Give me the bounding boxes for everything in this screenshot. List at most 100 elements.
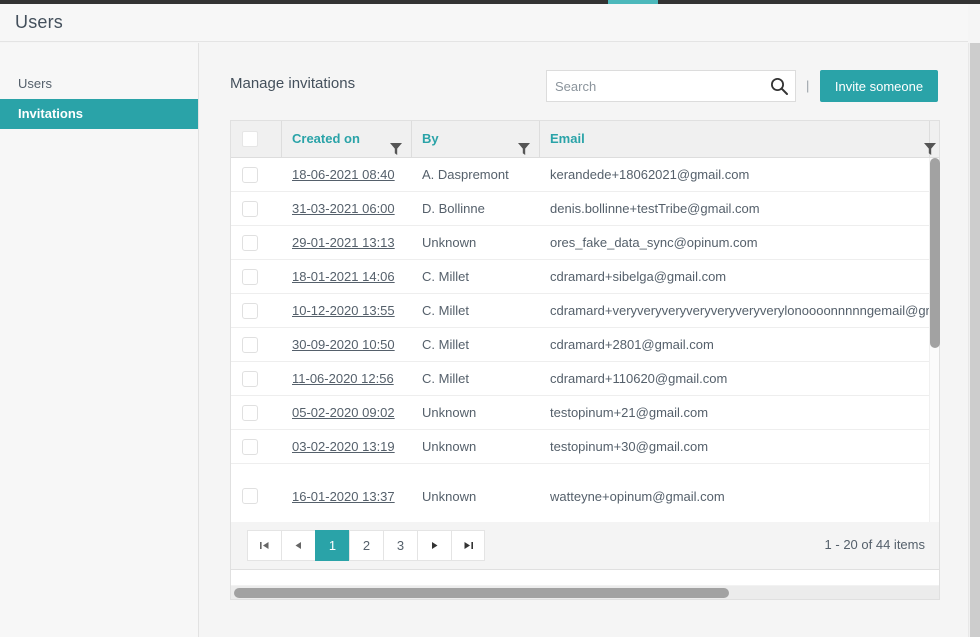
email-text: testopinum+21@gmail.com: [550, 405, 708, 420]
row-checkbox[interactable]: [242, 303, 258, 319]
invitation-date-link[interactable]: 18-06-2021 08:40: [292, 167, 395, 182]
pager-page-3[interactable]: 3: [383, 530, 417, 561]
pager-next-button[interactable]: [417, 530, 451, 561]
cell-created-on: 18-06-2021 08:40: [282, 158, 412, 191]
invitation-date-link[interactable]: 03-02-2020 13:19: [292, 439, 395, 454]
grid-header-by[interactable]: By: [412, 121, 540, 157]
cell-email: denis.bollinne+testTribe@gmail.com: [540, 192, 939, 225]
sidebar-item-users[interactable]: Users: [0, 69, 198, 99]
email-text: testopinum+30@gmail.com: [550, 439, 708, 454]
content-toolbar: Manage invitations | Invite someone: [230, 65, 940, 107]
sidebar-item-invitations[interactable]: Invitations: [0, 99, 198, 129]
email-text: cdramard+2801@gmail.com: [550, 337, 714, 352]
invitation-date-link[interactable]: 31-03-2021 06:00: [292, 201, 395, 216]
row-select-cell: [231, 294, 282, 327]
search-box[interactable]: [546, 70, 796, 102]
table-row[interactable]: 18-01-2021 14:06C. Milletcdramard+sibelg…: [231, 260, 939, 294]
row-checkbox[interactable]: [242, 167, 258, 183]
cell-created-on: 10-12-2020 13:55: [282, 294, 412, 327]
cell-created-on: 30-09-2020 10:50: [282, 328, 412, 361]
filter-icon-by[interactable]: [518, 133, 530, 158]
page-vertical-scrollbar[interactable]: [968, 43, 980, 637]
cell-email: cdramard+veryveryveryveryveryveryverylon…: [540, 294, 939, 327]
email-text: cdramard+veryveryveryveryveryveryverylon…: [550, 303, 939, 318]
column-label: Created on: [292, 121, 360, 157]
row-checkbox[interactable]: [242, 337, 258, 353]
grid-horizontal-scroll-thumb[interactable]: [234, 588, 729, 598]
table-row[interactable]: 11-06-2020 12:56C. Milletcdramard+110620…: [231, 362, 939, 396]
search-icon[interactable]: [769, 76, 789, 96]
table-row[interactable]: 03-02-2020 13:19Unknowntestopinum+30@gma…: [231, 430, 939, 464]
cell-email: cdramard+sibelga@gmail.com: [540, 260, 939, 293]
row-checkbox[interactable]: [242, 201, 258, 217]
cell-email: watteyne+opinum@gmail.com: [540, 464, 939, 528]
row-select-cell: [231, 328, 282, 361]
row-checkbox[interactable]: [242, 405, 258, 421]
row-checkbox[interactable]: [242, 488, 258, 504]
row-checkbox[interactable]: [242, 439, 258, 455]
invitation-date-link[interactable]: 29-01-2021 13:13: [292, 235, 395, 250]
pager-prev-button[interactable]: [281, 530, 315, 561]
table-row[interactable]: 30-09-2020 10:50C. Milletcdramard+2801@g…: [231, 328, 939, 362]
cell-by: Unknown: [412, 396, 540, 429]
row-checkbox[interactable]: [242, 235, 258, 251]
cell-email: cdramard+110620@gmail.com: [540, 362, 939, 395]
search-input[interactable]: [547, 71, 765, 101]
row-select-cell: [231, 226, 282, 259]
table-row[interactable]: 29-01-2021 13:13Unknownores_fake_data_sy…: [231, 226, 939, 260]
sidebar: Users Invitations: [0, 43, 199, 637]
grid-vertical-scrollbar[interactable]: [929, 158, 939, 562]
cell-created-on: 16-01-2020 13:37: [282, 464, 412, 528]
cell-created-on: 03-02-2020 13:19: [282, 430, 412, 463]
invitation-date-link[interactable]: 16-01-2020 13:37: [292, 489, 395, 504]
invitation-date-link[interactable]: 30-09-2020 10:50: [292, 337, 395, 352]
invitation-date-link[interactable]: 05-02-2020 09:02: [292, 405, 395, 420]
invitation-date-link[interactable]: 18-01-2021 14:06: [292, 269, 395, 284]
row-select-cell: [231, 396, 282, 429]
top-progress-bar: [0, 0, 980, 4]
grid-horizontal-scrollbar[interactable]: [231, 585, 939, 599]
row-checkbox[interactable]: [242, 269, 258, 285]
invitation-date-link[interactable]: 10-12-2020 13:55: [292, 303, 395, 318]
cell-created-on: 29-01-2021 13:13: [282, 226, 412, 259]
pager-first-button[interactable]: [247, 530, 281, 561]
cell-by: Unknown: [412, 464, 540, 528]
main-content: Manage invitations | Invite someone Crea…: [200, 43, 968, 637]
filter-icon-email[interactable]: [924, 133, 936, 158]
cell-created-on: 31-03-2021 06:00: [282, 192, 412, 225]
cell-by: Unknown: [412, 226, 540, 259]
row-select-cell: [231, 192, 282, 225]
pager-last-button[interactable]: [451, 530, 485, 561]
email-text: cdramard+110620@gmail.com: [550, 371, 727, 386]
row-checkbox[interactable]: [242, 371, 258, 387]
invite-someone-button[interactable]: Invite someone: [820, 70, 938, 102]
cell-created-on: 11-06-2020 12:56: [282, 362, 412, 395]
sidebar-item-label: Invitations: [18, 106, 83, 121]
sidebar-item-label: Users: [18, 76, 52, 91]
grid-header-email-filter-clipped[interactable]: [930, 121, 939, 157]
table-row[interactable]: 05-02-2020 09:02 Unknown testopinum+21@gma…: [231, 396, 939, 430]
invitation-date-link[interactable]: 11-06-2020 12:56: [292, 371, 394, 386]
grid-vertical-scroll-thumb[interactable]: [930, 158, 940, 348]
email-text: cdramard+sibelga@gmail.com: [550, 269, 726, 284]
cell-created-on: 05-02-2020 09:02: [282, 396, 412, 429]
toolbar-separator: |: [806, 78, 809, 93]
grid-body: 18-06-2021 08:40A. Daspremontkerandede+1…: [231, 158, 939, 562]
table-row[interactable]: 18-06-2021 08:40A. Daspremontkerandede+1…: [231, 158, 939, 192]
select-all-checkbox[interactable]: [242, 131, 258, 147]
page-title: Users: [15, 12, 63, 33]
page-header: Users: [0, 4, 968, 42]
pager-page-1[interactable]: 1: [315, 530, 349, 561]
table-row[interactable]: 10-12-2020 13:55C. Milletcdramard+veryve…: [231, 294, 939, 328]
pager-page-2[interactable]: 2: [349, 530, 383, 561]
cell-created-on: 18-01-2021 14:06: [282, 260, 412, 293]
grid-header-email[interactable]: Email: [540, 121, 930, 157]
table-row[interactable]: 16-01-2020 13:37 Unknownwatteyne+opinum@g…: [231, 464, 939, 529]
filter-icon-created-on[interactable]: [390, 133, 402, 158]
table-row[interactable]: 31-03-2021 06:00D. Bollinnedenis.bollinn…: [231, 192, 939, 226]
row-select-cell: [231, 158, 282, 191]
grid-header-created-on[interactable]: Created on: [282, 121, 412, 157]
pager-buttons: 1 2 3: [247, 530, 485, 561]
cell-email: testopinum+21@gmail.com: [540, 396, 939, 429]
page-vertical-scroll-thumb[interactable]: [970, 43, 980, 637]
